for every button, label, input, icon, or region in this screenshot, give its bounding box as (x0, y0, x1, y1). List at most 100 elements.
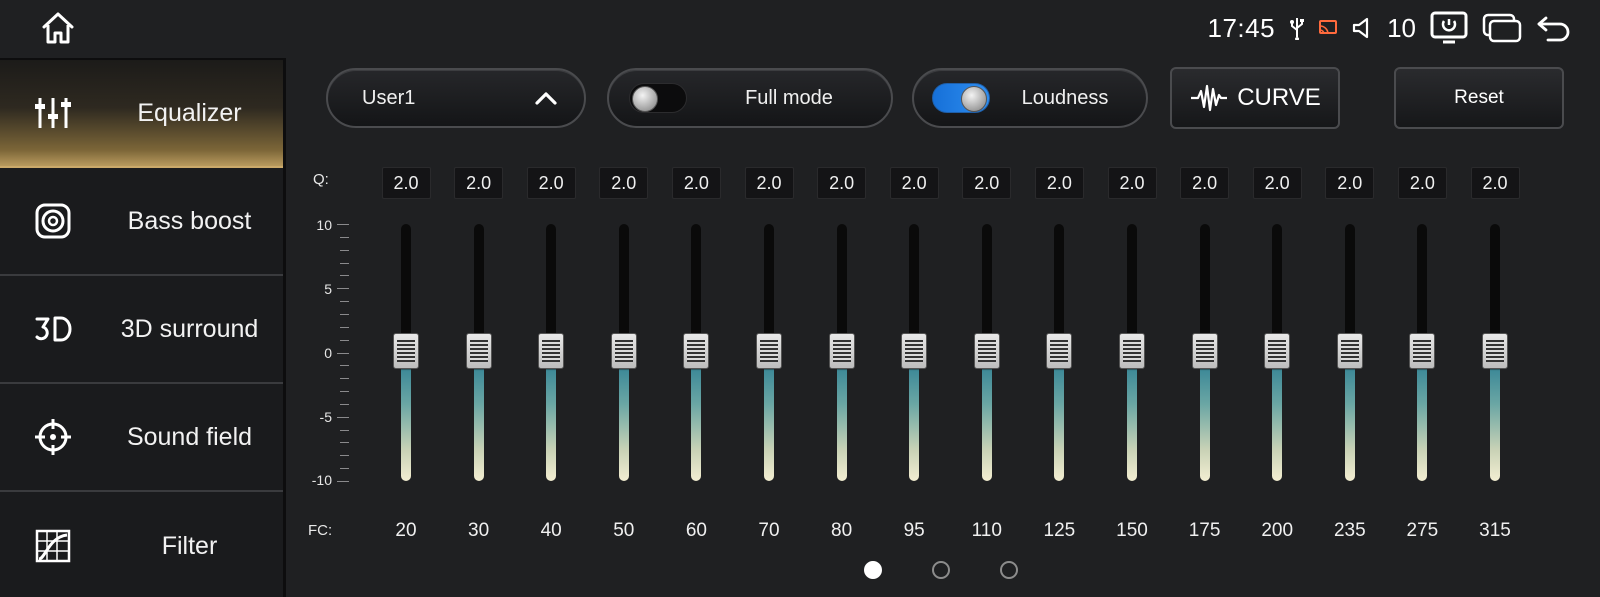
eq-slider-thumb[interactable] (1264, 332, 1291, 369)
fc-value: 60 (685, 520, 707, 541)
fc-value: 110 (971, 520, 1002, 541)
scale-tick (340, 339, 349, 341)
fc-value: 50 (613, 520, 635, 541)
q-value-box[interactable]: 2.0 (1180, 167, 1230, 199)
q-value-box[interactable]: 2.0 (671, 167, 721, 199)
q-value-box[interactable]: 2.0 (1470, 167, 1520, 199)
fc-value: 315 (1479, 520, 1511, 541)
fc-value: 235 (1333, 520, 1366, 541)
scale-tick (337, 481, 349, 482)
scale-label: 5 (324, 281, 332, 297)
scale-tick (340, 236, 349, 238)
q-value-box[interactable]: 2.0 (599, 167, 649, 199)
scale-label: 0 (324, 345, 332, 361)
loudness-toggle[interactable] (932, 83, 990, 113)
scale-tick (340, 365, 349, 367)
full-mode-control: Full mode (607, 68, 893, 128)
page-dot-3[interactable] (1000, 561, 1018, 579)
q-value-box[interactable]: 2.0 (1107, 167, 1157, 199)
sidebar-item-3d-surround[interactable]: 3D surround (0, 276, 283, 384)
eq-slider-thumb[interactable] (1336, 332, 1363, 369)
sidebar: Equalizer Bass boost 3D surround Sound f… (0, 58, 286, 597)
preset-selector[interactable]: User1 (326, 68, 586, 128)
q-value-box[interactable]: 2.0 (817, 167, 867, 199)
scale-tick (340, 442, 349, 444)
volume-level: 10 (1387, 12, 1416, 43)
q-value-box[interactable]: 2.0 (889, 167, 939, 199)
eq-slider-thumb[interactable] (393, 332, 419, 369)
speaker-icon[interactable] (1351, 16, 1373, 40)
sidebar-item-label: Bass boost (127, 206, 252, 235)
fc-label: FC: (308, 522, 333, 539)
scale-tick (340, 403, 349, 405)
usb-icon (1289, 16, 1305, 40)
eq-slider-thumb[interactable] (901, 332, 928, 369)
q-value-box[interactable]: 2.0 (1397, 167, 1447, 199)
filter-icon (34, 527, 72, 565)
sidebar-item-equalizer[interactable]: Equalizer (0, 60, 283, 168)
full-mode-toggle[interactable] (629, 83, 687, 113)
eq-slider-thumb[interactable] (1191, 332, 1218, 369)
q-value-box[interactable]: 2.0 (1034, 167, 1084, 199)
reset-label: Reset (1454, 87, 1504, 108)
eq-slider-thumb[interactable] (1046, 332, 1073, 369)
eq-slider-thumb[interactable] (610, 332, 637, 369)
sidebar-item-bass-boost[interactable]: Bass boost (0, 168, 283, 276)
q-value-box[interactable]: 2.0 (744, 167, 794, 199)
eq-slider-thumb[interactable] (973, 332, 1000, 369)
full-mode-label: Full mode (745, 86, 833, 109)
3d-icon (34, 310, 72, 348)
page-dot-2[interactable] (932, 561, 950, 579)
eq-slider-thumb[interactable] (1482, 332, 1508, 369)
loudness-label: Loudness (1021, 86, 1109, 109)
fc-value: 20 (395, 520, 417, 541)
q-value-box[interactable]: 2.0 (1252, 167, 1302, 199)
fc-value: 175 (1188, 520, 1221, 541)
loudness-control: Loudness (912, 68, 1148, 128)
target-icon (34, 418, 72, 456)
q-label: Q: (313, 171, 329, 188)
eq-slider-thumb[interactable] (683, 332, 710, 369)
q-value-box[interactable]: 2.0 (962, 167, 1012, 199)
recent-apps-icon[interactable] (1482, 13, 1522, 43)
eq-slider-thumb[interactable] (1409, 332, 1436, 369)
scale-label: 10 (316, 217, 332, 233)
scale-tick (340, 313, 349, 315)
sidebar-item-sound-field[interactable]: Sound field (0, 384, 283, 492)
scale-label: -10 (311, 472, 332, 488)
curve-button[interactable]: CURVE (1170, 67, 1340, 129)
equalizer-icon (34, 94, 72, 132)
page-dot-1[interactable] (864, 561, 882, 579)
eq-slider-thumb[interactable] (756, 332, 782, 369)
eq-slider-thumb[interactable] (828, 332, 855, 369)
fc-value: 125 (1043, 520, 1076, 541)
eq-slider-thumb[interactable] (538, 332, 565, 369)
q-value-box[interactable]: 2.0 (454, 167, 504, 199)
screen-icon[interactable] (1430, 11, 1468, 45)
fc-value: 275 (1406, 520, 1439, 541)
sidebar-item-label: Sound field (126, 422, 253, 451)
scale-tick (337, 288, 349, 290)
reset-button[interactable]: Reset (1394, 67, 1564, 129)
scale-tick (340, 378, 349, 380)
pagination (864, 561, 1018, 579)
eq-slider-thumb[interactable] (1119, 332, 1145, 369)
preset-value: User1 (362, 86, 416, 109)
scale-tick (340, 429, 349, 431)
q-value-box[interactable]: 2.0 (381, 167, 431, 199)
q-value-box[interactable]: 2.0 (526, 167, 576, 199)
scale-label: -5 (319, 409, 332, 425)
back-icon[interactable] (1536, 14, 1572, 42)
scale-tick (340, 249, 349, 251)
cast-icon (1319, 20, 1338, 36)
eq-slider-thumb[interactable] (465, 332, 492, 369)
clock: 17:45 (1207, 12, 1276, 43)
q-value-box[interactable]: 2.0 (1325, 167, 1375, 199)
scale-tick (340, 468, 349, 470)
home-icon[interactable] (38, 8, 78, 48)
waveform-icon (1189, 83, 1229, 113)
fc-value: 30 (468, 520, 490, 541)
scale-tick (340, 455, 349, 457)
sidebar-item-filter[interactable]: Filter (0, 492, 283, 597)
fc-value: 40 (540, 520, 562, 541)
